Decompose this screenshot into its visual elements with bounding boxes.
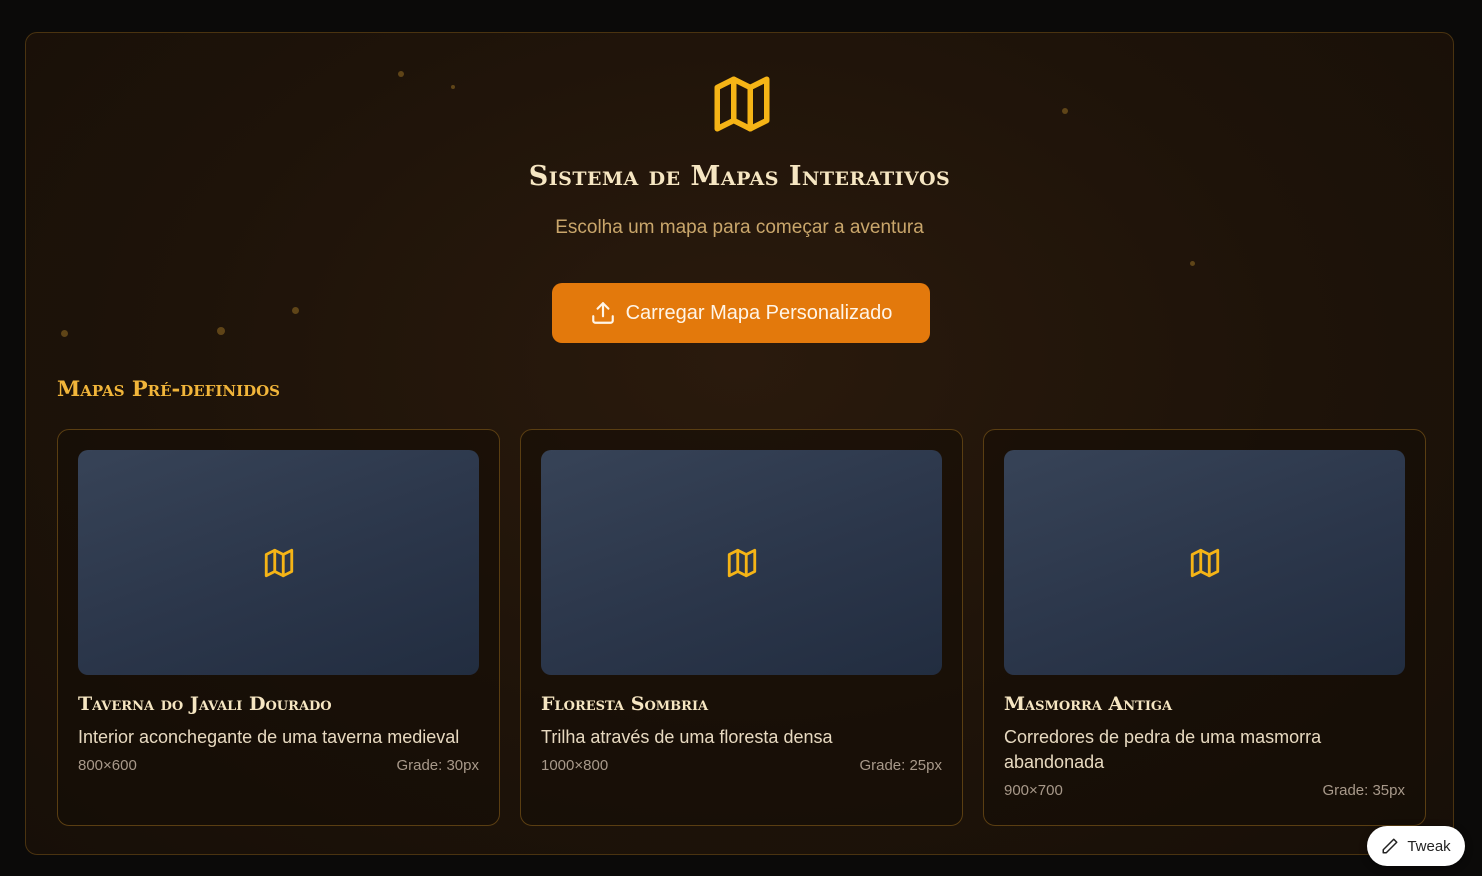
map-icon xyxy=(727,548,756,577)
ember-particle xyxy=(217,327,225,335)
upload-icon xyxy=(591,302,614,324)
upload-custom-map-button[interactable]: Carregar Mapa Personalizado xyxy=(552,283,930,343)
map-card-grid: Grade: 30px xyxy=(396,757,479,774)
map-card[interactable]: Taverna do Javali Dourado Interior aconc… xyxy=(57,429,500,826)
ember-particle xyxy=(451,85,455,89)
section-title-predefined-maps: Mapas Pré-definidos xyxy=(57,376,281,401)
pencil-icon xyxy=(1382,838,1398,854)
page-subtitle: Escolha um mapa para começar a aventura xyxy=(555,217,924,238)
map-card-list: Taverna do Javali Dourado Interior aconc… xyxy=(57,429,1426,826)
tweak-button[interactable]: Tweak xyxy=(1367,826,1465,866)
map-card-name: Masmorra Antiga xyxy=(1004,693,1173,715)
map-card-meta: 900×700 Grade: 35px xyxy=(1004,782,1405,799)
map-icon xyxy=(264,548,293,577)
map-card-size: 1000×800 xyxy=(541,757,609,774)
map-selection-panel: Sistema de Mapas Interativos Escolha um … xyxy=(25,32,1454,855)
map-card-size: 900×700 xyxy=(1004,782,1063,799)
page-title: Sistema de Mapas Interativos xyxy=(528,161,951,192)
map-thumbnail xyxy=(541,450,942,675)
map-icon xyxy=(1190,548,1219,577)
map-card-description: Interior aconchegante de uma taverna med… xyxy=(78,727,460,747)
map-card-grid: Grade: 35px xyxy=(1322,782,1405,799)
map-card-meta: 800×600 Grade: 30px xyxy=(78,757,479,774)
ember-particle xyxy=(1062,108,1068,114)
map-card[interactable]: Masmorra Antiga Corredores de pedra de u… xyxy=(983,429,1426,826)
map-card[interactable]: Floresta Sombria Trilha através de uma f… xyxy=(520,429,963,826)
ember-particle xyxy=(398,71,404,77)
ember-particle xyxy=(292,307,299,314)
map-thumbnail xyxy=(78,450,479,675)
map-card-description: Corredores de pedra de uma masmorra aban… xyxy=(1004,727,1322,772)
upload-button-label: Carregar Mapa Personalizado xyxy=(625,301,893,324)
map-card-description: Trilha através de uma floresta densa xyxy=(541,727,833,747)
ember-particle xyxy=(1190,261,1195,266)
map-card-meta: 1000×800 Grade: 25px xyxy=(541,757,942,774)
map-card-size: 800×600 xyxy=(78,757,137,774)
map-icon xyxy=(714,76,770,132)
map-card-name: Taverna do Javali Dourado xyxy=(78,693,332,715)
map-card-name: Floresta Sombria xyxy=(541,693,709,715)
map-thumbnail xyxy=(1004,450,1405,675)
tweak-button-label: Tweak xyxy=(1407,837,1451,855)
map-card-grid: Grade: 25px xyxy=(859,757,942,774)
ember-particle xyxy=(61,330,68,337)
